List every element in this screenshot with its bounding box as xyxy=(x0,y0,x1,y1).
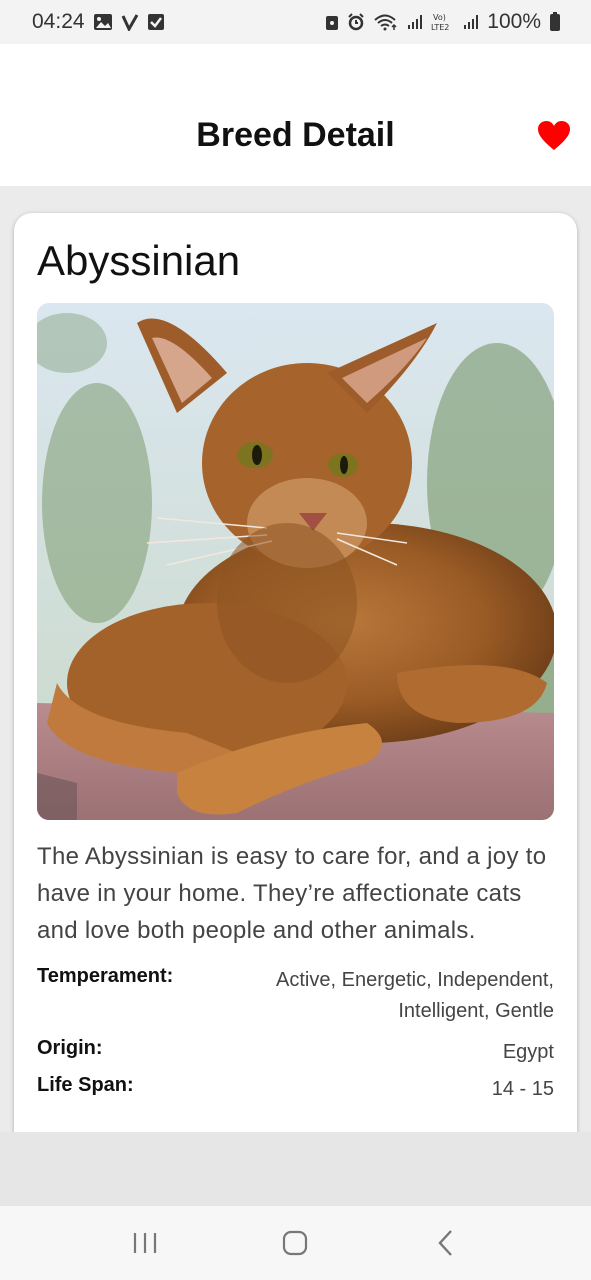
breed-card: Abyssinian The Abyssinian is easy to car… xyxy=(14,213,577,1132)
favorite-button[interactable] xyxy=(537,120,571,152)
origin-row: Origin: Egypt xyxy=(37,1037,554,1068)
recents-icon xyxy=(134,1233,157,1253)
battery-percent: 100% xyxy=(487,10,541,33)
heart-icon xyxy=(538,121,570,150)
back-icon xyxy=(438,1230,452,1256)
system-nav-bar xyxy=(0,1206,591,1280)
wifi-icon xyxy=(373,13,399,31)
app-bar: Breed Detail xyxy=(0,44,591,186)
status-bar: 04:24 Vo) LTE2 100% xyxy=(0,0,591,44)
signal-icon xyxy=(463,14,479,30)
battery-icon xyxy=(549,12,561,32)
temperament-label: Temperament: xyxy=(37,965,174,987)
life-span-value: 14 - 15 xyxy=(491,1078,554,1100)
svg-text:LTE2: LTE2 xyxy=(431,23,449,32)
gallery-icon xyxy=(93,13,113,31)
home-icon xyxy=(283,1230,308,1256)
checkbox-icon xyxy=(147,13,165,31)
signal-icon xyxy=(407,14,423,30)
back-button[interactable] xyxy=(426,1223,466,1263)
check-v-icon xyxy=(121,13,139,31)
svg-text:Vo): Vo) xyxy=(433,13,446,22)
status-time: 04:24 xyxy=(32,10,85,33)
bottom-spacer xyxy=(0,1132,591,1206)
temperament-row: Temperament: Active, Energetic, Independ… xyxy=(37,965,554,1027)
recents-button[interactable] xyxy=(125,1223,165,1263)
temperament-value: Active, Energetic, Independent, Intellig… xyxy=(276,969,554,1022)
breed-photo xyxy=(37,303,554,820)
life-span-label: Life Span: xyxy=(37,1074,134,1096)
home-button[interactable] xyxy=(275,1223,315,1263)
origin-label: Origin: xyxy=(37,1037,103,1059)
origin-value: Egypt xyxy=(502,1041,554,1063)
volte-lte2-icon: Vo) LTE2 xyxy=(431,12,455,32)
life-span-row: Life Span: 14 - 15 xyxy=(37,1074,554,1105)
breed-description: The Abyssinian is easy to care for, and … xyxy=(37,843,547,944)
breed-name: Abyssinian xyxy=(37,237,241,284)
page-title: Breed Detail xyxy=(196,115,395,154)
alarm-icon xyxy=(347,13,365,31)
content-area[interactable]: Abyssinian The Abyssinian is easy to car… xyxy=(0,186,591,1132)
lock-icon xyxy=(325,13,339,31)
